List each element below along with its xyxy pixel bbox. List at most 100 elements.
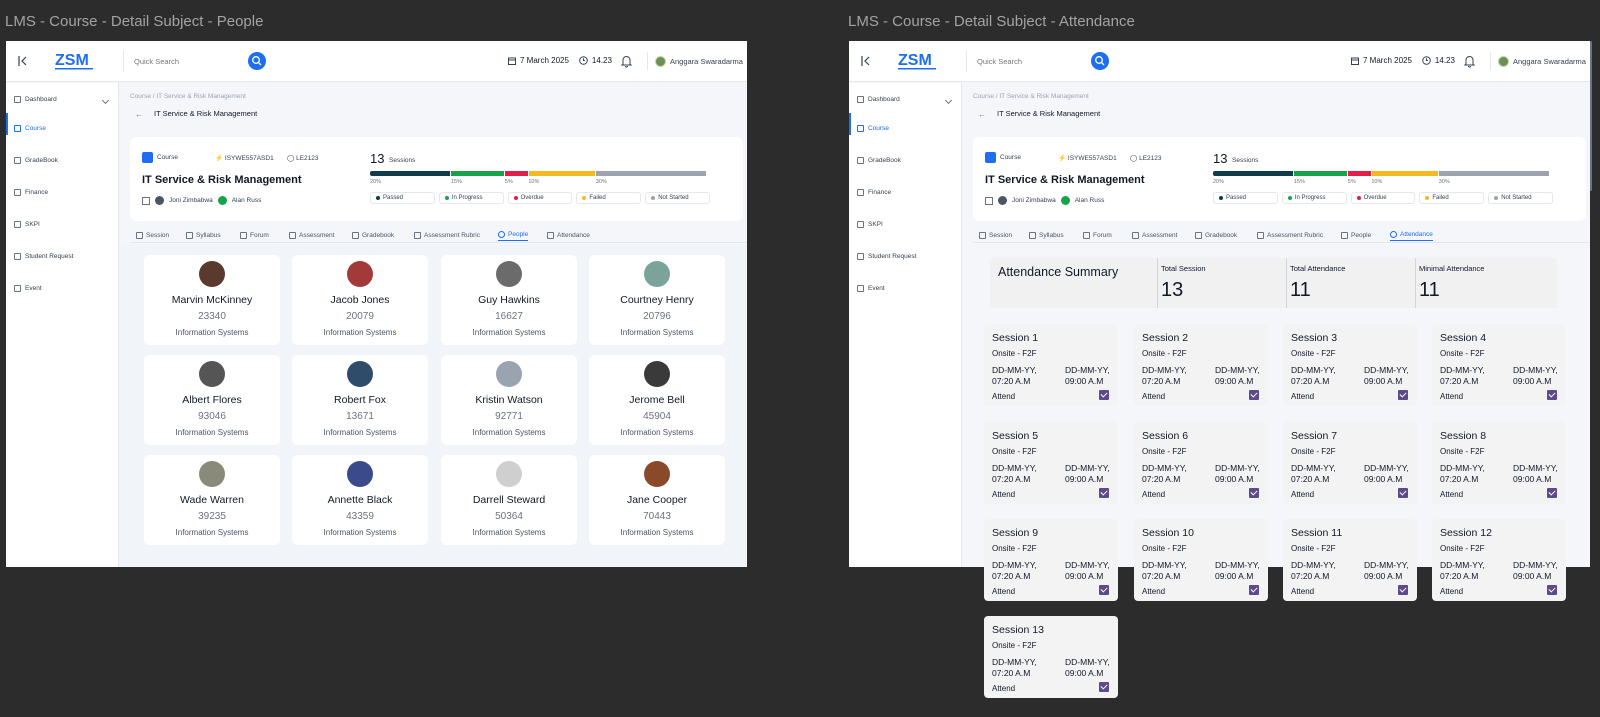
canvas-scrollbar[interactable] [1590,41,1592,191]
end-time: 09:00 A.M [1364,376,1403,386]
session-card[interactable]: Session 10 Onsite - F2F DD-MM-YY, 07:20 A… [1134,519,1268,601]
session-card[interactable]: Session 3 Onsite - F2F DD-MM-YY, 07:20 A.… [1283,324,1417,406]
progress-percent: 15% [450,179,462,185]
session-card[interactable]: Session 11 Onsite - F2F DD-MM-YY, 07:20 A… [1283,519,1417,601]
person-card[interactable]: Marvin McKinney 23340 Information System… [144,255,280,345]
attend-checkbox[interactable] [1547,390,1557,400]
sidebar-item-course[interactable]: Course [14,122,46,134]
session-card[interactable]: Session 5 Onsite - F2F DD-MM-YY, 07:20 A.… [984,422,1118,504]
user-menu[interactable]: Anggara Swaradarma [1490,52,1586,70]
attend-checkbox[interactable] [1398,488,1408,498]
tab-assessment[interactable]: Assessment [289,229,334,241]
attend-checkbox[interactable] [1249,585,1259,595]
person-card[interactable]: Darrell Steward 50364 Information System… [441,455,577,545]
breadcrumb[interactable]: Course / IT Service & Risk Management [130,93,246,100]
user-menu[interactable]: Anggara Swaradarma [647,52,743,70]
session-card[interactable]: Session 9 Onsite - F2F DD-MM-YY, 07:20 A.… [984,519,1118,601]
end-time: 09:00 A.M [1364,474,1403,484]
search-button[interactable] [248,52,266,70]
attend-checkbox[interactable] [1099,585,1109,595]
tab-syllabus[interactable]: Syllabus [186,229,221,241]
person-card[interactable]: Jane Cooper 70443 Information Systems [589,455,725,545]
tab-forum[interactable]: Forum [1083,229,1112,241]
person-card[interactable]: Courtney Henry 20796 Information Systems [589,255,725,345]
tab-session[interactable]: Session [979,229,1012,241]
attend-checkbox[interactable] [1398,585,1408,595]
chevron-down-icon[interactable] [101,96,110,105]
sidebar-item-event[interactable]: Event [14,282,42,294]
session-card[interactable]: Session 4 Onsite - F2F DD-MM-YY, 07:20 A.… [1432,324,1566,406]
sidebar-item-student-request[interactable]: Student Request [857,250,916,262]
tab-people[interactable]: People [498,229,529,241]
person-card[interactable]: Wade Warren 39235 Information Systems [144,455,280,545]
person-card[interactable]: Jerome Bell 45904 Information Systems [589,355,725,445]
person-department: Information Systems [175,328,249,337]
tab-assessment-rubric[interactable]: Assessment Rubric [1257,229,1323,241]
start-time: 07:20 A.M [1440,571,1479,581]
person-card[interactable]: Albert Flores 93046 Information Systems [144,355,280,445]
person-card[interactable]: Guy Hawkins 16627 Information Systems [441,255,577,345]
search-input[interactable] [134,53,234,69]
attend-checkbox[interactable] [1249,488,1259,498]
date-text: 7 March 2025 [1363,56,1412,65]
chevron-down-icon[interactable] [944,96,953,105]
tab-attendance[interactable]: Attendance [1390,229,1433,241]
session-name: Session 6 [1142,430,1189,442]
session-card[interactable]: Session 12 Onsite - F2F DD-MM-YY, 07:20 A… [1432,519,1566,601]
sidebar-item-gradebook[interactable]: GradeBook [14,154,58,166]
progress-segment [1347,171,1372,176]
back-arrow-icon[interactable]: ← [135,110,143,119]
tab-syllabus[interactable]: Syllabus [1029,229,1064,241]
tab-session[interactable]: Session [136,229,169,241]
sidebar-item-dashboard[interactable]: Dashboard [857,93,900,105]
search-button[interactable] [1091,52,1109,70]
attend-checkbox[interactable] [1398,390,1408,400]
collapse-icon[interactable] [860,54,874,68]
session-card[interactable]: Session 1 Onsite - F2F DD-MM-YY, 07:20 A.… [984,324,1118,406]
legend-item: Not Started [645,192,710,204]
session-card[interactable]: Session 6 Onsite - F2F DD-MM-YY, 07:20 A.… [1134,422,1268,504]
sidebar-item-gradebook[interactable]: GradeBook [857,154,901,166]
attend-checkbox[interactable] [1099,488,1109,498]
attend-checkbox[interactable] [1547,488,1557,498]
sidebar-item-course[interactable]: Course [857,122,889,134]
tab-gradebook[interactable]: Gradebook [352,229,394,241]
session-card[interactable]: Session 8 Onsite - F2F DD-MM-YY, 07:20 A.… [1432,422,1566,504]
tab-assessment-rubric[interactable]: Assessment Rubric [414,229,480,241]
legend-label: Passed [1226,195,1247,201]
person-card[interactable]: Jacob Jones 20079 Information Systems [292,255,428,345]
sidebar-item-finance[interactable]: Finance [857,186,891,198]
person-card[interactable]: Robert Fox 13671 Information Systems [292,355,428,445]
tab-assessment[interactable]: Assessment [1132,229,1177,241]
collapse-icon[interactable] [17,54,31,68]
attend-checkbox[interactable] [1099,390,1109,400]
person-card[interactable]: Kristin Watson 92771 Information Systems [441,355,577,445]
breadcrumb[interactable]: Course / IT Service & Risk Management [973,93,1089,100]
attend-checkbox[interactable] [1547,585,1557,595]
attend-checkbox[interactable] [1099,682,1109,692]
end-date: DD-MM-YY, [1215,365,1260,375]
back-arrow-icon[interactable]: ← [978,110,986,119]
sidebar-item-student-request[interactable]: Student Request [14,250,73,262]
sidebar-item-finance[interactable]: Finance [14,186,48,198]
bell-icon[interactable] [1463,54,1476,68]
person-card[interactable]: Annette Black 43359 Information Systems [292,455,428,545]
bell-icon[interactable] [620,54,633,68]
session-end: DD-MM-YY, 09:00 A.M [1065,463,1110,485]
sidebar-item-event[interactable]: Event [857,282,885,294]
search-input[interactable] [977,53,1077,69]
tab-attendance[interactable]: Attendance [547,229,590,241]
sidebar-item-skpi[interactable]: SKPI [14,218,40,230]
session-card[interactable]: Session 2 Onsite - F2F DD-MM-YY, 07:20 A.… [1134,324,1268,406]
tab-people[interactable]: People [1341,229,1371,241]
sidebar-item-skpi[interactable]: SKPI [857,218,883,230]
sidebar-item-dashboard[interactable]: Dashboard [14,93,57,105]
course-code-text: ISYWE557ASD1 [224,155,274,162]
attend-checkbox[interactable] [1249,390,1259,400]
session-card[interactable]: Session 7 Onsite - F2F DD-MM-YY, 07:20 A.… [1283,422,1417,504]
tab-gradebook[interactable]: Gradebook [1195,229,1237,241]
attendance-status: Attend [1440,490,1464,499]
tab-forum[interactable]: Forum [240,229,269,241]
session-card[interactable]: Session 13 Onsite - F2F DD-MM-YY, 07:20 A… [984,616,1118,698]
legend-label: In Progress [451,195,483,201]
